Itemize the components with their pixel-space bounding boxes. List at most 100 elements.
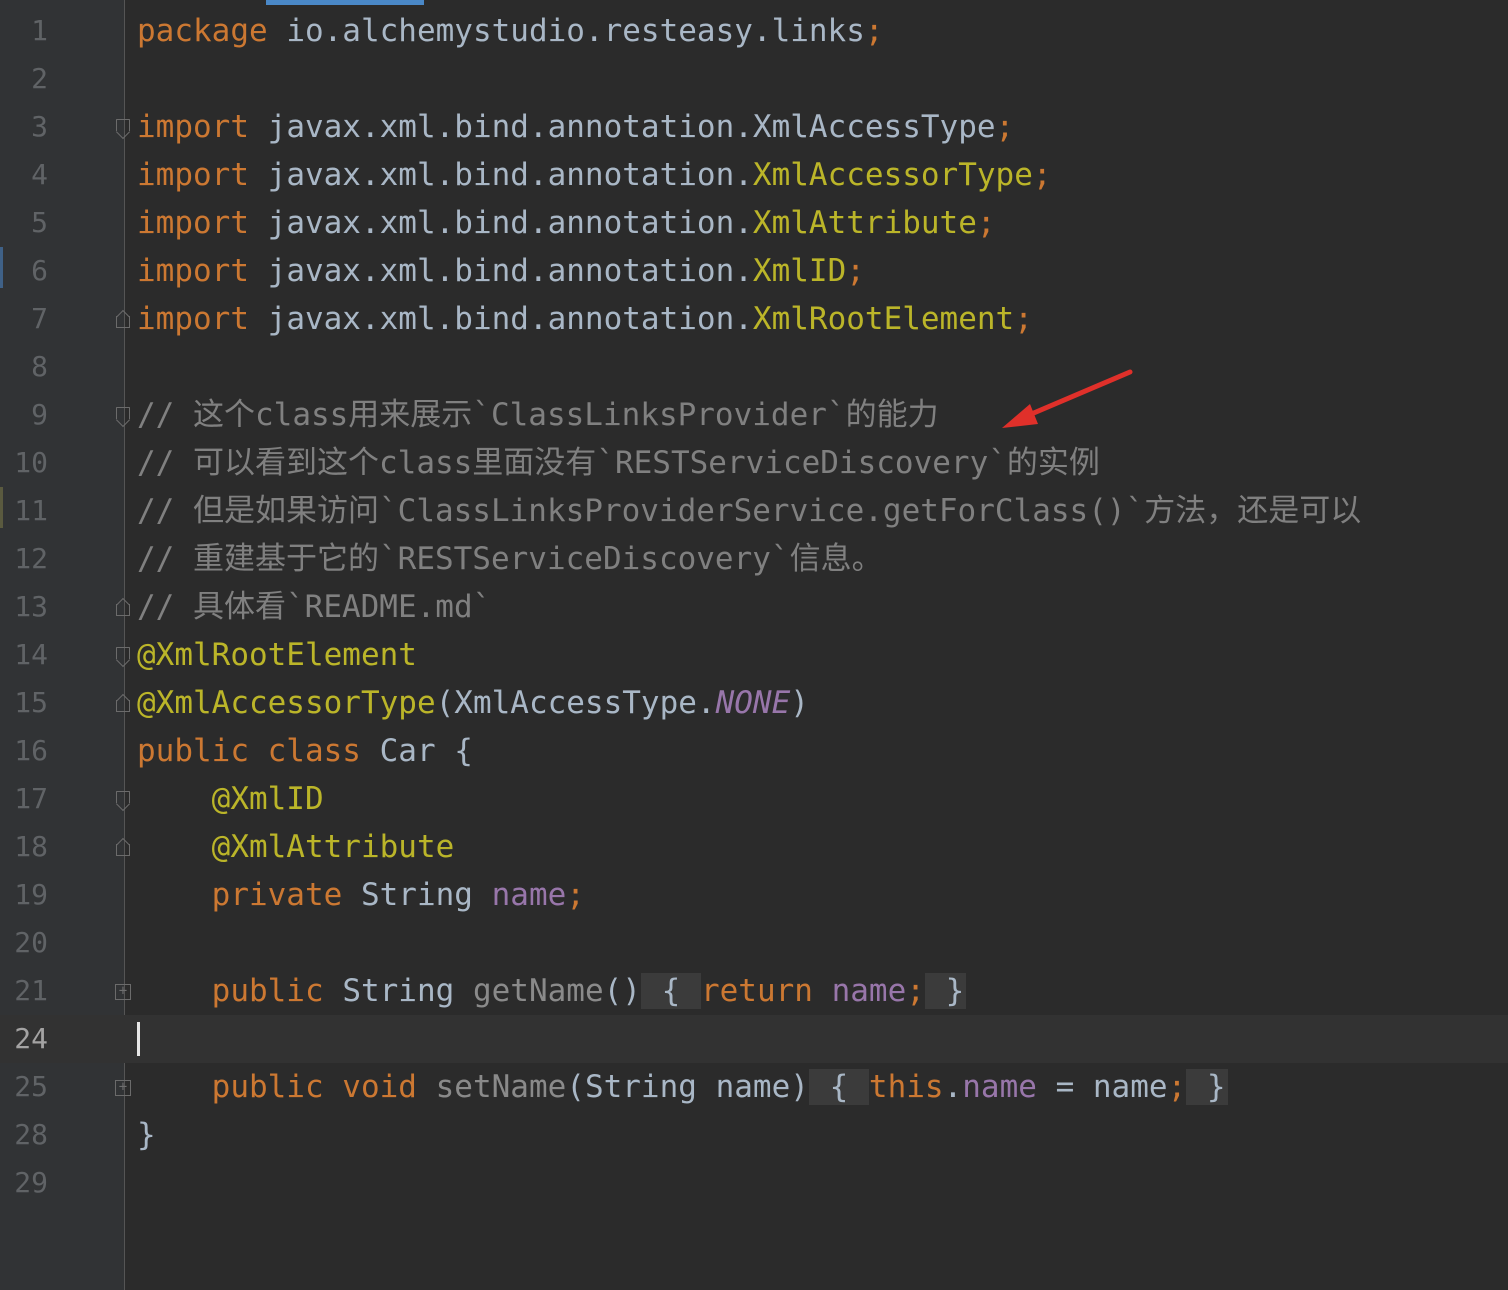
- code-token: setName: [435, 1069, 567, 1105]
- code-text[interactable]: // 这个class用来展示`ClassLinksProvider`的能力: [137, 391, 939, 439]
- line-number[interactable]: 2: [0, 55, 48, 103]
- code-token: this: [868, 1069, 944, 1105]
- code-line[interactable]: 10 // 可以看到这个class里面没有`RESTServiceDiscover…: [0, 439, 1508, 487]
- code-line[interactable]: 25 + public void setName(String name) { t…: [0, 1063, 1508, 1111]
- fold-marker-icon[interactable]: [115, 406, 131, 424]
- line-number[interactable]: 19: [0, 871, 48, 919]
- line-number[interactable]: 16: [0, 727, 48, 775]
- code-text[interactable]: @XmlAccessorType(XmlAccessType.NONE): [137, 679, 809, 727]
- expand-fold-icon[interactable]: +: [115, 984, 131, 1000]
- code-line[interactable]: 1 package io.alchemystudio.resteasy.links…: [0, 7, 1508, 55]
- line-number[interactable]: 14: [0, 631, 48, 679]
- code-token: XmlID: [752, 253, 847, 289]
- active-tab-indicator[interactable]: [266, 0, 424, 5]
- code-line[interactable]: 5 import javax.xml.bind.annotation.XmlAtt…: [0, 199, 1508, 247]
- code-token: @XmlRootElement: [137, 637, 417, 673]
- code-line[interactable]: 9 // 这个class用来展示`ClassLinksProvider`的能力: [0, 391, 1508, 439]
- code-line[interactable]: 4 import javax.xml.bind.annotation.XmlAcc…: [0, 151, 1508, 199]
- fold-marker-icon[interactable]: [115, 790, 131, 808]
- line-number[interactable]: 21: [0, 967, 48, 1015]
- code-text[interactable]: public String getName() { return name; }: [137, 967, 967, 1015]
- line-number[interactable]: 12: [0, 535, 48, 583]
- expand-fold-icon[interactable]: +: [115, 1080, 131, 1096]
- code-token: (XmlAccessType.: [435, 685, 716, 721]
- line-number[interactable]: 20: [0, 919, 48, 967]
- code-text[interactable]: import javax.xml.bind.annotation.XmlID;: [137, 247, 865, 295]
- code-line[interactable]: 20: [0, 919, 1508, 967]
- code-line[interactable]: 8: [0, 343, 1508, 391]
- code-text[interactable]: // 可以看到这个class里面没有`RESTServiceDiscovery`…: [137, 439, 1100, 487]
- line-number[interactable]: 18: [0, 823, 48, 871]
- code-editor[interactable]: 1 package io.alchemystudio.resteasy.links…: [0, 7, 1508, 1207]
- code-token: import: [137, 205, 268, 241]
- code-text[interactable]: import javax.xml.bind.annotation.XmlAttr…: [137, 199, 996, 247]
- line-number[interactable]: 15: [0, 679, 48, 727]
- code-line[interactable]: 29: [0, 1159, 1508, 1207]
- code-text[interactable]: import javax.xml.bind.annotation.XmlRoot…: [137, 295, 1033, 343]
- code-line[interactable]: 24: [0, 1015, 1508, 1063]
- code-line[interactable]: 28}: [0, 1111, 1508, 1159]
- code-text[interactable]: @XmlRootElement: [137, 631, 417, 679]
- code-token: ;: [1014, 301, 1033, 337]
- line-number[interactable]: 24: [0, 1015, 48, 1063]
- code-line[interactable]: 7 import javax.xml.bind.annotation.XmlRoo…: [0, 295, 1508, 343]
- code-text[interactable]: package io.alchemystudio.resteasy.links;: [137, 7, 884, 55]
- code-line[interactable]: 2: [0, 55, 1508, 103]
- code-token: name: [491, 877, 567, 913]
- code-token: public class: [137, 733, 380, 769]
- fold-marker-icon[interactable]: [115, 646, 131, 664]
- line-number[interactable]: 7: [0, 295, 48, 343]
- line-number[interactable]: 17: [0, 775, 48, 823]
- line-number[interactable]: 9: [0, 391, 48, 439]
- code-token: ): [790, 685, 809, 721]
- code-line[interactable]: 19 private String name;: [0, 871, 1508, 919]
- fold-marker-icon[interactable]: [115, 310, 131, 328]
- line-number[interactable]: 4: [0, 151, 48, 199]
- code-line[interactable]: 15 @XmlAccessorType(XmlAccessType.NONE): [0, 679, 1508, 727]
- code-text[interactable]: @XmlAttribute: [137, 823, 455, 871]
- line-number[interactable]: 5: [0, 199, 48, 247]
- line-number[interactable]: 6: [0, 247, 48, 295]
- code-line[interactable]: 21 + public String getName() { return nam…: [0, 967, 1508, 1015]
- line-number[interactable]: 13: [0, 583, 48, 631]
- code-token: // 可以看到这个class里面没有`RESTServiceDiscovery`…: [137, 445, 1100, 481]
- code-line[interactable]: 3 import javax.xml.bind.annotation.XmlAcc…: [0, 103, 1508, 151]
- code-line[interactable]: 18 @XmlAttribute: [0, 823, 1508, 871]
- line-number[interactable]: 8: [0, 343, 48, 391]
- code-token: package: [137, 13, 287, 49]
- line-number[interactable]: 1: [0, 7, 48, 55]
- code-text[interactable]: // 重建基于它的`RESTServiceDiscovery`信息。: [137, 535, 883, 583]
- code-token: XmlAttribute: [752, 205, 977, 241]
- code-token: Car {: [379, 733, 473, 769]
- code-text[interactable]: }: [137, 1111, 156, 1159]
- line-number[interactable]: 28: [0, 1111, 48, 1159]
- code-text[interactable]: // 具体看`README.md`: [137, 583, 491, 631]
- code-text[interactable]: // 但是如果访问`ClassLinksProviderService.getF…: [137, 487, 1361, 535]
- fold-marker-icon[interactable]: [115, 838, 131, 856]
- line-number[interactable]: 29: [0, 1159, 48, 1207]
- code-text[interactable]: public void setName(String name) { this.…: [137, 1063, 1228, 1111]
- line-number[interactable]: 10: [0, 439, 48, 487]
- code-text[interactable]: import javax.xml.bind.annotation.XmlAcce…: [137, 151, 1052, 199]
- fold-marker-icon[interactable]: [115, 598, 131, 616]
- line-number[interactable]: 11: [0, 487, 48, 535]
- line-number[interactable]: 25: [0, 1063, 48, 1111]
- code-text[interactable]: public class Car {: [137, 727, 473, 775]
- fold-marker-icon[interactable]: [115, 118, 131, 136]
- code-line[interactable]: 17 @XmlID: [0, 775, 1508, 823]
- code-line[interactable]: 14 @XmlRootElement: [0, 631, 1508, 679]
- code-line[interactable]: 6 import javax.xml.bind.annotation.XmlID;: [0, 247, 1508, 295]
- line-number[interactable]: 3: [0, 103, 48, 151]
- fold-marker-icon[interactable]: [115, 694, 131, 712]
- code-text[interactable]: @XmlID: [137, 775, 324, 823]
- code-text[interactable]: import javax.xml.bind.annotation.XmlAcce…: [137, 103, 1014, 151]
- code-line[interactable]: 11 // 但是如果访问`ClassLinksProviderService.ge…: [0, 487, 1508, 535]
- code-token: // 重建基于它的`RESTServiceDiscovery`信息。: [137, 541, 883, 577]
- code-line[interactable]: 13 // 具体看`README.md`: [0, 583, 1508, 631]
- code-text[interactable]: private String name;: [137, 871, 585, 919]
- code-line[interactable]: 12 // 重建基于它的`RESTServiceDiscovery`信息。: [0, 535, 1508, 583]
- code-token: javax.xml.bind.annotation.: [267, 205, 753, 241]
- code-token: javax.xml.bind.annotation.XmlAccessType: [267, 109, 996, 145]
- code-line[interactable]: 16 public class Car {: [0, 727, 1508, 775]
